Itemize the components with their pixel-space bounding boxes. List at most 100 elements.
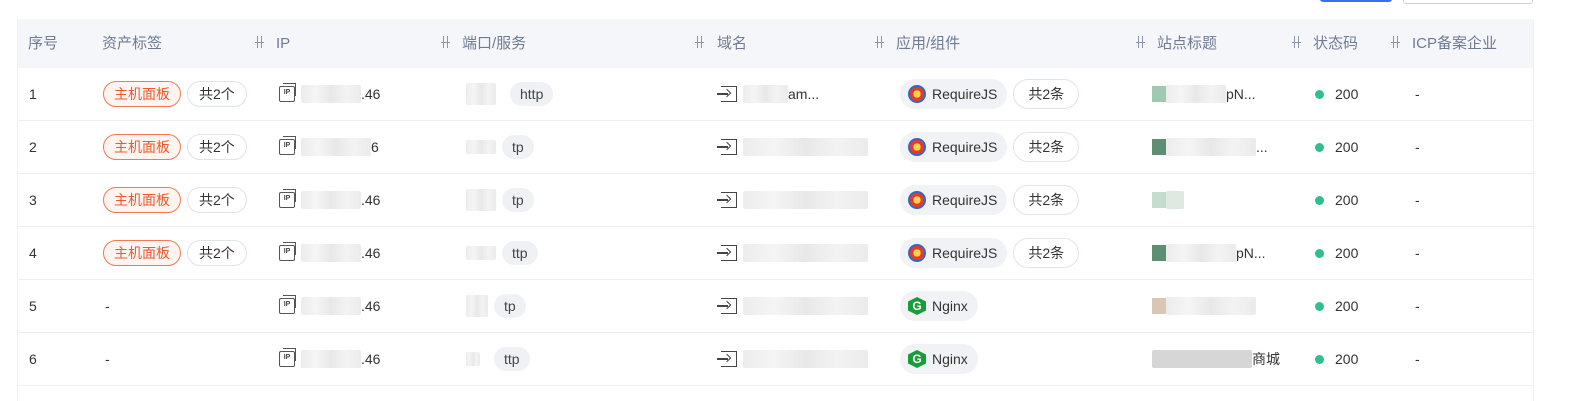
port-service-cell[interactable]: ttp: [466, 333, 530, 385]
status-dot-icon: [1315, 89, 1324, 99]
asset-tag-count[interactable]: 共2个: [187, 187, 247, 213]
column-resize-handle[interactable]: [1391, 36, 1401, 48]
component-chip[interactable]: G Nginx: [900, 291, 978, 321]
col-header-status-code[interactable]: 状态码: [1313, 19, 1358, 68]
component-name: RequireJS: [932, 245, 998, 261]
status-cell: 200: [1315, 68, 1358, 120]
icp-cell: -: [1415, 351, 1420, 367]
status-code: 200: [1335, 351, 1359, 367]
status-cell: 200: [1315, 174, 1358, 226]
table-row[interactable]: 2 主机面板 共2个 IP 6 tp RequireJS 共2条 ... 200…: [18, 121, 1533, 174]
asset-tag-count[interactable]: 共2个: [187, 240, 247, 266]
column-resize-handle[interactable]: [255, 36, 265, 48]
redacted-ip: [301, 191, 361, 209]
asset-tag-cell: 主机面板 共2个: [103, 174, 247, 226]
component-chip[interactable]: RequireJS: [900, 132, 1008, 162]
ip-icon: IP: [279, 189, 296, 208]
ip-cell[interactable]: IP .46: [279, 333, 380, 385]
port-service-cell[interactable]: tp: [466, 121, 534, 173]
asset-tag[interactable]: 主机面板: [103, 240, 181, 266]
redacted-ip: [301, 244, 361, 262]
col-header-icp[interactable]: ICP备案企业: [1412, 19, 1497, 68]
column-resize-handle[interactable]: [441, 36, 451, 48]
component-chip[interactable]: G Nginx: [900, 344, 978, 374]
ip-suffix: .46: [361, 245, 381, 261]
ip-cell[interactable]: IP 6: [279, 121, 379, 173]
component-count[interactable]: 共2条: [1013, 185, 1080, 215]
table-row[interactable]: 4 主机面板 共2个 IP .46 ttp RequireJS 共2条 pN..…: [18, 227, 1533, 280]
port-service-cell[interactable]: http: [466, 68, 554, 120]
port-service-cell[interactable]: tp: [466, 174, 534, 226]
table-row[interactable]: 1 主机面板 共2个 IP .46 http am... RequireJS 共…: [18, 68, 1533, 121]
col-header-ip[interactable]: IP: [276, 19, 290, 68]
component-chip[interactable]: RequireJS: [900, 79, 1008, 109]
row-index: 3: [29, 192, 37, 208]
table-row[interactable]: 3 主机面板 共2个 IP .46 tp RequireJS 共2条 200 -: [18, 174, 1533, 227]
port-service-cell[interactable]: tp: [466, 280, 526, 332]
asset-tag[interactable]: 主机面板: [103, 187, 181, 213]
domain-cell[interactable]: [717, 121, 868, 173]
component-cell: RequireJS 共2条: [900, 121, 1080, 173]
redacted-title: [1166, 85, 1226, 103]
status-code: 200: [1335, 139, 1359, 155]
component-cell: RequireJS 共2条: [900, 227, 1080, 279]
col-header-index[interactable]: 序号: [28, 19, 58, 68]
ip-cell[interactable]: IP .46: [279, 280, 380, 332]
enter-icon: [717, 245, 737, 261]
col-header-site-title[interactable]: 站点标题: [1157, 19, 1217, 68]
column-resize-handle[interactable]: [695, 36, 705, 48]
component-count[interactable]: 共2条: [1013, 238, 1080, 268]
status-cell: 200: [1315, 121, 1358, 173]
status-dot-icon: [1315, 248, 1324, 258]
component-count[interactable]: 共2条: [1013, 79, 1080, 109]
site-favicon: [1152, 86, 1166, 102]
table-row[interactable]: 6 - IP .46 ttp G Nginx 商城 200 -: [18, 333, 1533, 386]
asset-tag-cell: 主机面板 共2个: [103, 227, 247, 279]
domain-cell[interactable]: [717, 174, 868, 226]
component-chip[interactable]: RequireJS: [900, 238, 1008, 268]
ip-cell[interactable]: IP .46: [279, 68, 380, 120]
site-favicon: [1152, 245, 1166, 261]
enter-icon: [717, 86, 737, 102]
top-secondary-button[interactable]: [1403, 0, 1533, 4]
col-header-port-service[interactable]: 端口/服务: [462, 19, 526, 68]
domain-cell[interactable]: [717, 227, 868, 279]
component-name: RequireJS: [932, 86, 998, 102]
site-favicon: [1152, 298, 1166, 314]
domain-cell[interactable]: [717, 333, 868, 385]
col-header-domain[interactable]: 域名: [717, 19, 747, 68]
ip-cell[interactable]: IP .46: [279, 227, 380, 279]
table-body: 1 主机面板 共2个 IP .46 http am... RequireJS 共…: [18, 68, 1533, 386]
row-index: 2: [29, 139, 37, 155]
service-pill: tp: [502, 135, 534, 159]
asset-tag-count[interactable]: 共2个: [187, 81, 247, 107]
domain-cell[interactable]: am...: [717, 68, 819, 120]
status-code: 200: [1335, 192, 1359, 208]
ip-suffix: .46: [361, 351, 381, 367]
redacted-port: [466, 246, 496, 260]
icp-cell: -: [1415, 298, 1420, 314]
asset-tag[interactable]: 主机面板: [103, 134, 181, 160]
row-index: 1: [29, 86, 37, 102]
col-header-asset-tag[interactable]: 资产标签: [102, 19, 162, 68]
asset-tag-count[interactable]: 共2个: [187, 134, 247, 160]
requirejs-icon: [908, 85, 926, 103]
top-primary-button[interactable]: [1320, 0, 1392, 2]
site-favicon: [1152, 192, 1166, 208]
column-resize-handle[interactable]: [1136, 36, 1146, 48]
component-chip[interactable]: RequireJS: [900, 185, 1008, 215]
ip-icon: IP: [279, 136, 296, 155]
component-name: RequireJS: [932, 192, 998, 208]
status-dot-icon: [1315, 301, 1324, 311]
ip-cell[interactable]: IP .46: [279, 174, 380, 226]
table-row[interactable]: 5 - IP .46 tp G Nginx 200 -: [18, 280, 1533, 333]
column-resize-handle[interactable]: [875, 36, 885, 48]
domain-cell[interactable]: [717, 280, 868, 332]
asset-tag[interactable]: 主机面板: [103, 81, 181, 107]
port-service-cell[interactable]: ttp: [466, 227, 538, 279]
column-resize-handle[interactable]: [1292, 36, 1302, 48]
site-title-cell: [1152, 280, 1256, 332]
col-header-app-component[interactable]: 应用/组件: [896, 19, 960, 68]
component-count[interactable]: 共2条: [1013, 132, 1080, 162]
requirejs-icon: [908, 191, 926, 209]
